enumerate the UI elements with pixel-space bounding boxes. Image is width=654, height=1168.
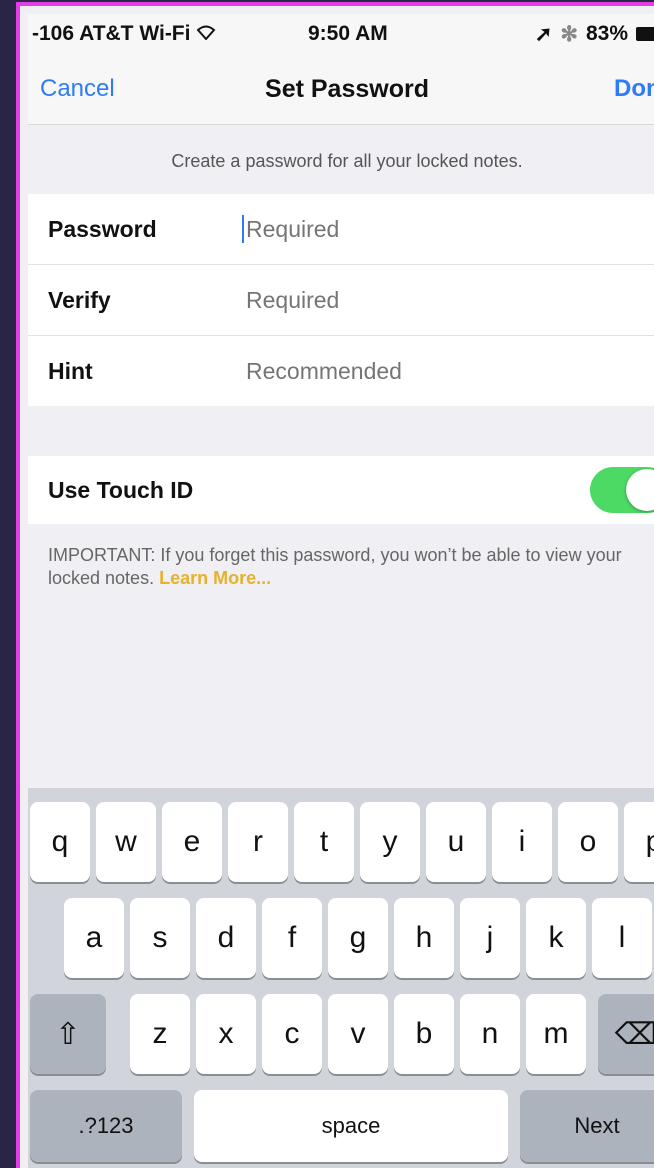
shift-icon: ⇧ <box>55 1017 81 1051</box>
verify-field[interactable] <box>244 285 654 315</box>
password-row[interactable]: Password <box>28 194 654 265</box>
key-e[interactable]: e <box>162 802 222 882</box>
page-title: Set Password <box>265 74 429 103</box>
status-right: ➚ ✻ 83% <box>535 22 654 47</box>
key-c[interactable]: c <box>262 994 322 1074</box>
cancel-button[interactable]: Cancel <box>40 75 115 103</box>
important-note: IMPORTANT: If you forget this password, … <box>28 524 654 590</box>
space-key[interactable]: space <box>194 1090 508 1162</box>
touch-id-label: Use Touch ID <box>48 476 194 503</box>
next-key[interactable]: Next <box>520 1090 654 1162</box>
key-r[interactable]: r <box>228 802 288 882</box>
key-a[interactable]: a <box>64 898 124 978</box>
key-w[interactable]: w <box>96 802 156 882</box>
key-h[interactable]: h <box>394 898 454 978</box>
key-b[interactable]: b <box>394 994 454 1074</box>
key-x[interactable]: x <box>196 994 256 1074</box>
verify-row[interactable]: Verify <box>28 265 654 336</box>
key-n[interactable]: n <box>460 994 520 1074</box>
key-z[interactable]: z <box>130 994 190 1074</box>
key-o[interactable]: o <box>558 802 618 882</box>
key-m[interactable]: m <box>526 994 586 1074</box>
key-i[interactable]: i <box>492 802 552 882</box>
carrier-text: -106 AT&T Wi-Fi <box>32 22 191 45</box>
screen: -106 AT&T Wi-Fi 9:50 AM ➚ ✻ 83% Cancel S… <box>28 14 654 1168</box>
keyboard: q w e r t y u i o p a s d f g h j k l ⇧ … <box>28 788 654 1168</box>
learn-more-link[interactable]: Learn More... <box>159 568 271 588</box>
hint-row[interactable]: Hint <box>28 336 654 406</box>
delete-key[interactable]: ⌫ <box>598 994 654 1074</box>
status-bar: -106 AT&T Wi-Fi 9:50 AM ➚ ✻ 83% <box>28 14 654 54</box>
key-q[interactable]: q <box>30 802 90 882</box>
battery-icon <box>636 27 654 41</box>
wifi-icon <box>196 24 216 45</box>
touch-id-row: Use Touch ID <box>28 456 654 524</box>
bluetooth-icon: ✻ <box>560 22 578 46</box>
navigation-bar: Cancel Set Password Done <box>28 54 654 125</box>
key-l[interactable]: l <box>592 898 652 978</box>
key-j[interactable]: j <box>460 898 520 978</box>
touch-id-group: Use Touch ID <box>28 456 654 524</box>
battery-percent: 83% <box>585 22 628 45</box>
touch-id-toggle[interactable] <box>590 467 654 513</box>
key-t[interactable]: t <box>294 802 354 882</box>
password-fields-group: Password Verify Hint <box>28 194 654 406</box>
verify-label: Verify <box>48 286 111 313</box>
numbers-key[interactable]: .?123 <box>30 1090 182 1162</box>
key-k[interactable]: k <box>526 898 586 978</box>
key-u[interactable]: u <box>426 802 486 882</box>
key-s[interactable]: s <box>130 898 190 978</box>
important-text: IMPORTANT: If you forget this password, … <box>48 545 622 588</box>
status-time: 9:50 AM <box>308 22 388 45</box>
device-frame: -106 AT&T Wi-Fi 9:50 AM ➚ ✻ 83% Cancel S… <box>16 2 654 1168</box>
key-f[interactable]: f <box>262 898 322 978</box>
key-v[interactable]: v <box>328 994 388 1074</box>
done-button[interactable]: Done <box>614 75 654 103</box>
info-text: Create a password for all your locked no… <box>171 151 523 171</box>
key-p[interactable]: p <box>624 802 654 882</box>
location-icon: ➚ <box>534 22 553 46</box>
backspace-icon: ⌫ <box>614 1017 654 1051</box>
shift-key[interactable]: ⇧ <box>30 994 106 1074</box>
key-d[interactable]: d <box>196 898 256 978</box>
status-left: -106 AT&T Wi-Fi <box>32 22 216 46</box>
password-field[interactable] <box>244 214 654 244</box>
password-label: Password <box>48 215 157 242</box>
toggle-knob <box>626 469 654 511</box>
hint-field[interactable] <box>244 356 654 386</box>
hint-label: Hint <box>48 357 93 384</box>
key-g[interactable]: g <box>328 898 388 978</box>
key-y[interactable]: y <box>360 802 420 882</box>
